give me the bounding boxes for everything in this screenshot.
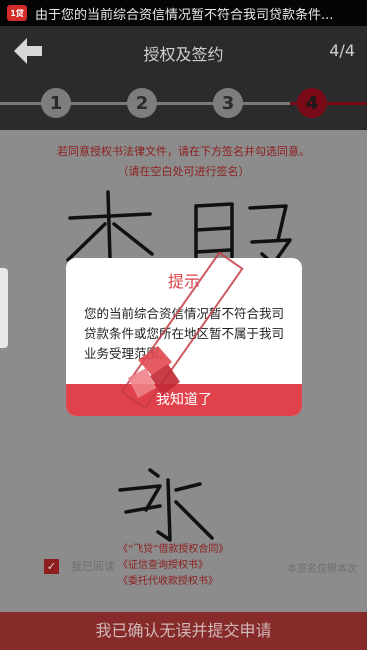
doc-link-loan-contract[interactable]: 《“飞贷”借款授权合同》	[118, 542, 258, 558]
dialog-message: 您的当前综合资信情况暂不符合我司贷款条件或您所在地区暂不属于我司业务受理范围。	[84, 306, 285, 361]
document-links: 《“飞贷”借款授权合同》 《征信查询授权书》 《委托代收款授权书》	[118, 542, 258, 590]
doc-link-collection-auth[interactable]: 《委托代收款授权书》	[118, 574, 258, 590]
signature-notice: 若同意授权书法律文件，请在下方签名并勾选同意。 （请在空白处可进行签名）	[0, 142, 367, 182]
step-count: 4/4	[329, 41, 355, 60]
agree-checkbox[interactable]: ✓	[44, 558, 59, 574]
step-2: 2	[127, 88, 157, 118]
notice-line-1: 若同意授权书法律文件，请在下方签名并勾选同意。	[57, 145, 310, 158]
step-3: 3	[213, 88, 243, 118]
alert-dialog: 提示 您的当前综合资信情况暂不符合我司贷款条件或您所在地区暂不属于我司业务受理范…	[66, 258, 302, 416]
status-bar: 1贷 由于您的当前综合资信情况暂不符合我司贷款条件...	[0, 0, 367, 26]
step-4: 4	[297, 88, 327, 118]
page-title: 授权及签约	[143, 45, 224, 64]
dialog-title: 提示	[167, 272, 200, 291]
submit-button[interactable]: 我已确认无误并提交申请	[0, 612, 367, 650]
agree-row[interactable]: ✓ 我已阅读	[44, 558, 115, 574]
notice-line-2: （请在空白处可进行签名）	[117, 165, 250, 178]
header: 授权及签约 4/4	[0, 26, 367, 78]
stepper: 1 2 3 4	[0, 78, 367, 130]
agree-side-text: 本签名仅限本次	[287, 564, 357, 575]
doc-link-credit-auth[interactable]: 《征信查询授权书》	[118, 558, 258, 574]
side-handle[interactable]	[0, 268, 8, 348]
step-1: 1	[41, 88, 71, 118]
agree-label: 我已阅读	[71, 560, 115, 573]
notification-text[interactable]: 由于您的当前综合资信情况暂不符合我司贷款条件...	[35, 4, 365, 23]
app-badge-icon: 1贷	[7, 5, 27, 21]
dialog-ok-button[interactable]: 我知道了	[66, 384, 302, 416]
